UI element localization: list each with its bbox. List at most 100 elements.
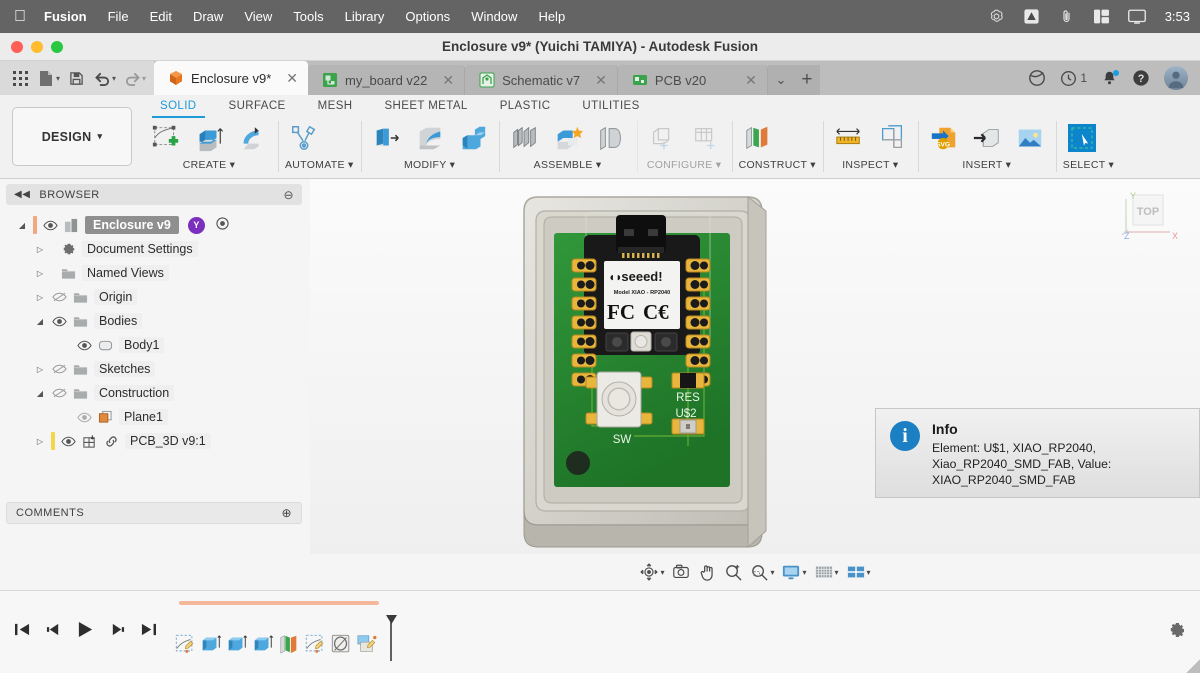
undo-icon[interactable] [90,65,114,91]
expand-arrow-icon[interactable]: ◢ [34,389,46,398]
grid-apps-icon[interactable] [8,65,32,91]
expand-arrow-icon[interactable]: ◢ [16,221,28,230]
display-settings-icon[interactable]: ▾ [779,561,808,583]
tree-item-body1[interactable]: Body1 [0,333,308,357]
panel-label[interactable]: CONFIGURE [647,159,713,171]
extrude-icon[interactable] [190,120,228,156]
shell-icon[interactable] [454,120,492,156]
expand-arrow-icon[interactable]: ▷ [34,365,46,374]
visibility-hidden-icon[interactable] [51,387,67,399]
layout-icon[interactable] [1093,8,1111,26]
close-button[interactable] [11,40,23,53]
tab-close-icon[interactable]: ✕ [587,72,607,89]
play-icon[interactable] [76,621,95,643]
paperclip-icon[interactable] [1058,8,1076,26]
timeline-feature-sketch-1[interactable] [173,632,196,655]
timeline-feature-component[interactable] [355,632,378,655]
chevron-down-icon[interactable]: ▾ [835,568,839,577]
tree-item-construction[interactable]: ◢ Construction [0,381,308,405]
help-icon[interactable]: ? [1132,69,1150,87]
panel-label[interactable]: CONSTRUCT [739,159,807,171]
menu-library[interactable]: Library [345,9,385,24]
expand-arrow-icon[interactable]: ▷ [34,437,46,446]
tab-enclosure[interactable]: Enclosure v9* ✕ [154,61,308,95]
browser-minus-icon[interactable]: ⊖ [283,188,294,202]
expand-arrow-icon[interactable]: ▷ [34,245,46,254]
viewports-icon[interactable]: ▾ [844,561,873,583]
timeline-feature-extrude-1[interactable] [199,632,222,655]
tree-item-bodies[interactable]: ◢ Bodies [0,309,308,333]
insert-image-icon[interactable] [1011,120,1049,156]
visibility-eye-icon[interactable] [76,412,92,423]
panel-label[interactable]: CREATE [183,159,227,171]
visibility-eye-icon[interactable] [42,220,58,231]
skip-start-icon[interactable] [14,622,31,642]
panel-label[interactable]: AUTOMATE [285,159,345,171]
new-component-icon[interactable] [506,120,544,156]
configure-icon[interactable] [644,120,682,156]
minimize-button[interactable] [31,40,43,53]
visibility-eye-icon[interactable] [76,340,92,351]
tab-my-board[interactable]: my_board v22 ✕ [308,65,466,95]
insert-svg-icon[interactable]: SVG [925,120,963,156]
workspace-selector-design[interactable]: DESIGN ▾ [12,107,132,166]
tree-item-sketches[interactable]: ▷ Sketches [0,357,308,381]
comments-bar[interactable]: COMMENTS ⊕ [6,502,302,524]
new-document-caret-icon[interactable]: ▾ [56,74,60,83]
openai-icon[interactable] [988,8,1006,26]
timeline-feature-extrude-3[interactable] [251,632,274,655]
revolve-icon[interactable] [233,120,271,156]
redo-caret-icon[interactable]: ▾ [142,74,146,83]
construct-plane-icon[interactable] [739,120,777,156]
step-forward-icon[interactable] [109,622,126,642]
rigid-group-icon[interactable] [592,120,630,156]
zoom-icon[interactable] [722,561,745,584]
autodesk-icon[interactable] [1023,8,1041,26]
step-back-icon[interactable] [45,622,62,642]
orbit-icon[interactable]: ▾ [637,561,666,583]
chevron-down-icon[interactable]: ▾ [450,159,456,171]
notification-bell-icon[interactable] [1101,69,1119,87]
visibility-hidden-icon[interactable] [51,291,67,303]
select-window-icon[interactable] [1063,120,1101,156]
tree-item-pcb-3d[interactable]: ▷ PCB_3D v9:1 [0,429,308,453]
tree-item-enclosure[interactable]: ◢ Enclosure v9 Y [0,213,308,237]
timeline-feature-extrude-2[interactable] [225,632,248,655]
resize-corner[interactable] [1186,659,1200,673]
chevron-down-icon[interactable]: ▾ [660,568,664,577]
radio-icon[interactable] [216,217,229,233]
zoom-window-icon[interactable]: ▾ [748,561,776,584]
view-cube[interactable]: TOP Y Z X [1114,187,1182,249]
collapse-left-icon[interactable]: ◀◀ [14,189,30,200]
config-table-icon[interactable] [687,120,725,156]
account-avatar[interactable] [1164,66,1188,90]
visibility-eye-icon[interactable] [60,436,76,447]
menu-fusion[interactable]: Fusion [44,9,87,24]
redo-icon[interactable] [120,65,144,91]
visibility-hidden-icon[interactable] [51,363,67,375]
new-document-icon[interactable] [34,65,58,91]
menu-draw[interactable]: Draw [193,9,223,24]
tree-item-plane1[interactable]: Plane1 [0,405,308,429]
look-at-icon[interactable] [669,561,693,583]
panel-label[interactable]: INSERT [962,159,1002,171]
tab-mesh[interactable]: MESH [302,95,369,117]
menu-tools[interactable]: Tools [293,9,323,24]
tab-close-icon[interactable]: ✕ [278,70,298,87]
skip-end-icon[interactable] [140,622,157,642]
grid-snaps-icon[interactable]: ▾ [812,561,841,583]
chevron-down-icon[interactable]: ▾ [230,159,236,171]
chevron-down-icon[interactable]: ▾ [716,159,722,171]
timeline-feature-shell[interactable] [277,632,300,655]
section-analysis-icon[interactable] [873,120,911,156]
enclosure-3d-model[interactable]: seeed! ◖◗ Model XIAO - RP2040 FC C€ SW R… [500,191,810,571]
menu-view[interactable]: View [244,9,272,24]
3d-viewport[interactable]: TOP Y Z X seeed! ◖◗ Model XIAO - RP2040 … [310,179,1200,554]
display-icon[interactable] [1127,8,1146,26]
panel-label[interactable]: MODIFY [404,159,446,171]
joint-icon[interactable] [549,120,587,156]
chevron-down-icon[interactable]: ▾ [867,568,871,577]
add-comment-icon[interactable]: ⊕ [281,506,292,520]
menu-file[interactable]: File [108,9,129,24]
chevron-down-icon[interactable]: ▾ [893,159,899,171]
